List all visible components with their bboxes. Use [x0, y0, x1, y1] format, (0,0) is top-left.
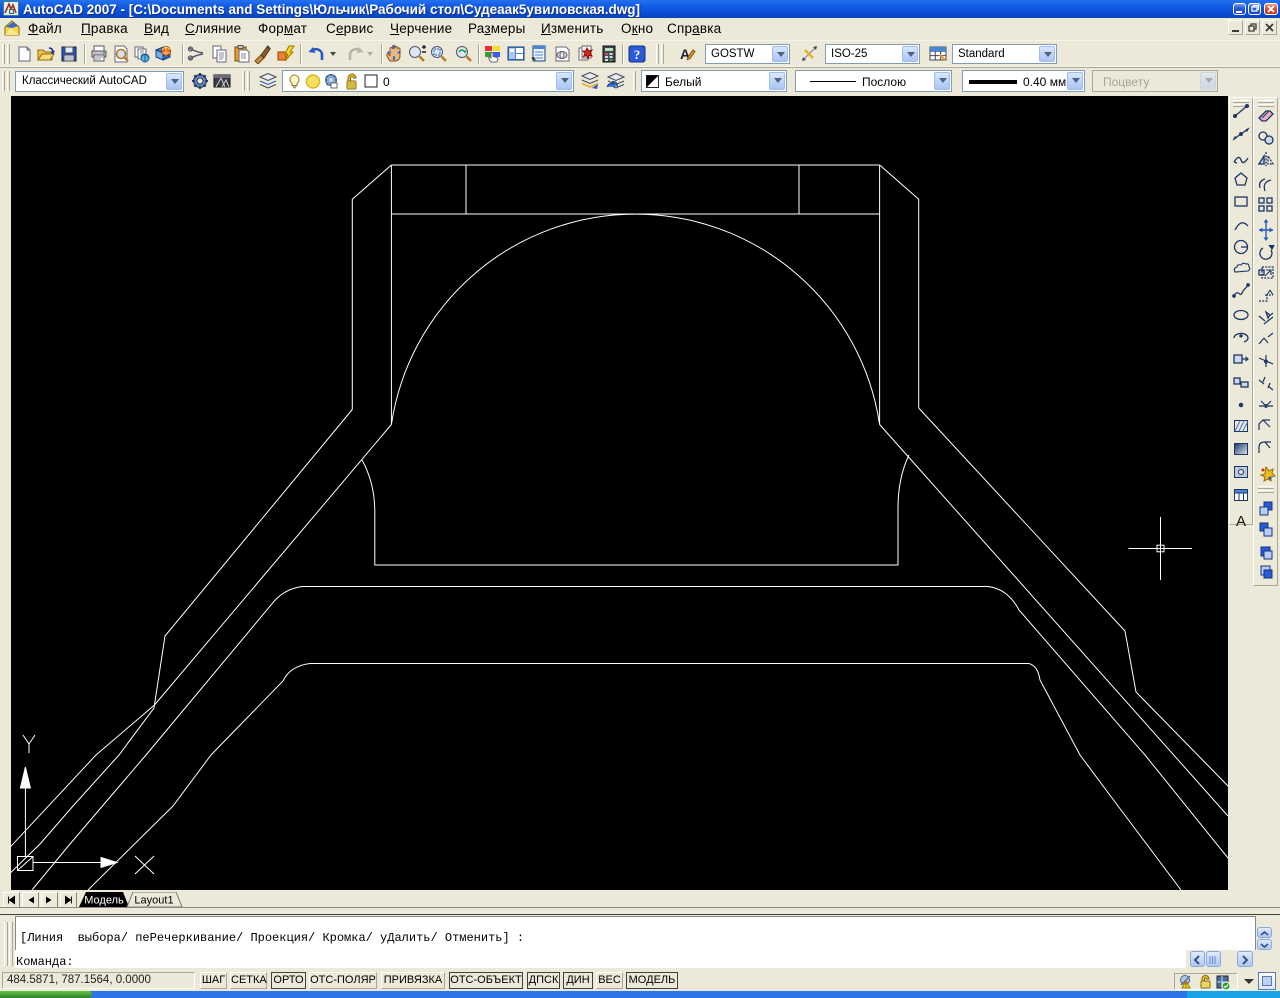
- svg-text:!: !: [1185, 983, 1187, 990]
- svg-text:A: A: [1236, 513, 1246, 530]
- svg-text:?: ?: [634, 47, 641, 62]
- svg-text:Layout1: Layout1: [134, 895, 173, 907]
- svg-text:Модель: Модель: [84, 895, 124, 907]
